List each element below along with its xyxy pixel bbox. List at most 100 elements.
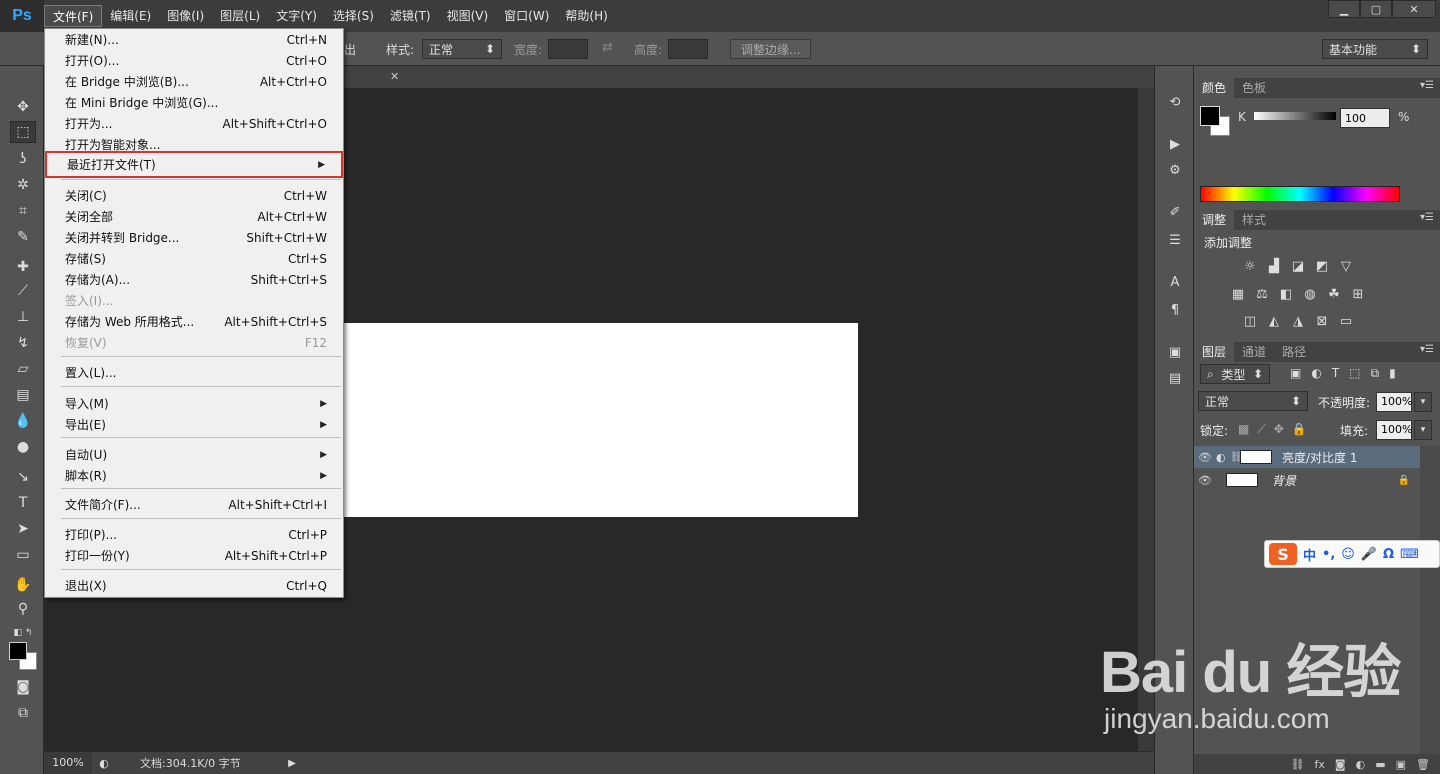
menu-item-exit[interactable]: 退出(X) Ctrl+Q [45, 575, 343, 596]
minimize-button[interactable]: ▁ [1328, 0, 1360, 18]
actions-panel-icon[interactable]: ▶ [1165, 134, 1185, 154]
zoom-tool-icon[interactable]: ⚲ [10, 598, 36, 620]
visibility-eye-icon[interactable]: 👁 [1194, 474, 1216, 487]
menu-item-new[interactable]: 新建(N)... Ctrl+N [45, 29, 343, 50]
hue-saturation-icon[interactable]: ▦ [1230, 286, 1246, 302]
properties-panel-icon[interactable]: ⚙ [1165, 160, 1185, 180]
menu-window[interactable]: 窗口(W) [496, 5, 557, 27]
status-arrow-icon[interactable]: ▶ [282, 758, 302, 769]
headset-icon[interactable]: Ω [1383, 547, 1394, 562]
new-adjustment-icon[interactable]: ◐ [1356, 758, 1366, 771]
healing-brush-tool-icon[interactable]: ✚ [10, 256, 36, 278]
screen-mode-icon[interactable]: ⧉ [10, 702, 36, 724]
panel-menu-icon[interactable]: ▾☰ [1420, 80, 1434, 91]
pen-tool-icon[interactable]: ↘ [10, 466, 36, 488]
layer-row-brightness[interactable]: 👁 ◐ ⛓ 亮度/对比度 1 [1194, 446, 1420, 468]
crop-tool-icon[interactable]: ⌗ [10, 200, 36, 222]
menu-item-close[interactable]: 关闭(C) Ctrl+W [45, 185, 343, 206]
menu-item-browse-mini-bridge[interactable]: 在 Mini Bridge 中浏览(G)... [45, 92, 343, 113]
k-slider[interactable] [1254, 112, 1336, 120]
microphone-icon[interactable]: 🎤 [1361, 547, 1377, 562]
menu-item-automate[interactable]: 自动(U) ▶ [45, 444, 343, 465]
menu-item-open-as[interactable]: 打开为... Alt+Shift+Ctrl+O [45, 113, 343, 134]
menu-item-save[interactable]: 存储(S) Ctrl+S [45, 248, 343, 269]
menu-item-print[interactable]: 打印(P)... Ctrl+P [45, 524, 343, 545]
layers-scrollbar[interactable] [1420, 446, 1440, 756]
pixel-filter-icon[interactable]: ▣ [1290, 366, 1301, 381]
menu-item-place[interactable]: 置入(L)... [45, 362, 343, 383]
threshold-icon[interactable]: ◮ [1290, 313, 1306, 329]
history-panel-icon[interactable]: ⟲ [1165, 92, 1185, 112]
menu-type[interactable]: 文字(Y) [268, 5, 325, 27]
curves-icon[interactable]: ◪ [1290, 258, 1306, 274]
invert-icon[interactable]: ◫ [1242, 313, 1258, 329]
ime-mode[interactable]: 中 [1303, 545, 1316, 564]
lock-transparent-icon[interactable]: ▩ [1238, 422, 1249, 437]
brush-tool-icon[interactable]: ⟋ [10, 280, 36, 302]
brush-presets-icon[interactable]: ☰ [1165, 230, 1185, 250]
history-brush-tool-icon[interactable]: ↯ [10, 332, 36, 354]
foreground-color-swatch[interactable] [9, 642, 27, 660]
blend-mode-select[interactable]: 正常 ⬍ [1198, 391, 1308, 411]
layer-mask-thumbnail[interactable] [1240, 450, 1272, 464]
opacity-dropdown-icon[interactable]: ▾ [1414, 392, 1432, 412]
workspace-select[interactable]: 基本功能 ⬍ [1322, 39, 1428, 59]
path-selection-tool-icon[interactable]: ➤ [10, 518, 36, 540]
levels-icon[interactable]: ▟ [1266, 258, 1282, 274]
fill-input[interactable]: 100% [1376, 420, 1412, 440]
posterize-icon[interactable]: ◭ [1266, 313, 1282, 329]
fill-dropdown-icon[interactable]: ▾ [1414, 420, 1432, 440]
lock-all-icon[interactable]: 🔒 [1292, 422, 1307, 437]
menu-help[interactable]: 帮助(H) [557, 5, 615, 27]
tab-adjustments[interactable]: 调整 [1194, 210, 1235, 230]
ime-punctuation[interactable]: •, [1322, 547, 1335, 562]
character-panel-icon[interactable]: A [1165, 272, 1185, 292]
notes-panel-icon[interactable]: ▤ [1165, 368, 1185, 388]
layer-row-background[interactable]: 👁 背景 🔒 [1194, 469, 1420, 491]
brightness-icon[interactable]: ☼ [1242, 258, 1258, 274]
sogou-logo[interactable]: S [1269, 543, 1297, 565]
type-tool-icon[interactable]: T [10, 492, 36, 514]
menu-filter[interactable]: 滤镜(T) [382, 5, 439, 27]
document-canvas[interactable] [340, 323, 858, 517]
menu-item-close-all[interactable]: 关闭全部 Alt+Ctrl+W [45, 206, 343, 227]
shape-tool-icon[interactable]: ▭ [10, 544, 36, 566]
adjustment-filter-icon[interactable]: ◐ [1311, 366, 1321, 381]
eraser-tool-icon[interactable]: ▱ [10, 358, 36, 380]
opacity-input[interactable]: 100% [1376, 392, 1412, 412]
lock-position-icon[interactable]: ✥ [1274, 422, 1284, 437]
black-white-icon[interactable]: ◧ [1278, 286, 1294, 302]
vibrance-icon[interactable]: ▽ [1338, 258, 1354, 274]
eyedropper-tool-icon[interactable]: ✎ [10, 226, 36, 248]
menu-item-browse-bridge[interactable]: 在 Bridge 中浏览(B)... Alt+Ctrl+O [45, 71, 343, 92]
lasso-tool-icon[interactable]: ʖ [10, 148, 36, 170]
height-input[interactable] [668, 39, 708, 59]
menu-item-recent-files[interactable]: 最近打开文件(T) ▶ [45, 151, 343, 178]
tab-swatches[interactable]: 色板 [1234, 78, 1274, 98]
k-value-input[interactable]: 100 [1340, 108, 1390, 128]
channel-mixer-icon[interactable]: ☘ [1326, 286, 1342, 302]
menu-item-save-as[interactable]: 存储为(A)... Shift+Ctrl+S [45, 269, 343, 290]
type-filter-icon[interactable]: T [1332, 366, 1339, 381]
keyboard-icon[interactable]: ⌨ [1400, 547, 1419, 562]
menu-file[interactable]: 文件(F) [44, 5, 103, 27]
style-select[interactable]: 正常 ⬍ [422, 39, 502, 59]
tab-channels[interactable]: 通道 [1234, 342, 1274, 362]
shape-filter-icon[interactable]: ⬚ [1349, 366, 1360, 381]
close-button[interactable]: ✕ [1392, 0, 1436, 18]
brush-panel-icon[interactable]: ✐ [1165, 202, 1185, 222]
menu-view[interactable]: 视图(V) [439, 5, 497, 27]
magic-wand-tool-icon[interactable]: ✲ [10, 174, 36, 196]
gradient-tool-icon[interactable]: ▤ [10, 384, 36, 406]
dodge-tool-icon[interactable]: ● [10, 436, 36, 458]
tab-layers[interactable]: 图层 [1194, 342, 1235, 362]
lock-pixels-icon[interactable]: ⟋ [1257, 422, 1265, 437]
default-colors-icon[interactable]: ◧ ↰ [10, 622, 36, 644]
color-lookup-icon[interactable]: ⊞ [1350, 286, 1366, 302]
visibility-eye-icon[interactable]: 👁 [1194, 451, 1216, 464]
link-layers-icon[interactable]: ⛓ [1291, 758, 1305, 771]
menu-item-file-info[interactable]: 文件简介(F)... Alt+Shift+Ctrl+I [45, 494, 343, 515]
maximize-button[interactable]: ▢ [1360, 0, 1392, 18]
panel-menu-icon[interactable]: ▾☰ [1420, 212, 1434, 223]
hand-tool-icon[interactable]: ✋ [10, 574, 36, 596]
